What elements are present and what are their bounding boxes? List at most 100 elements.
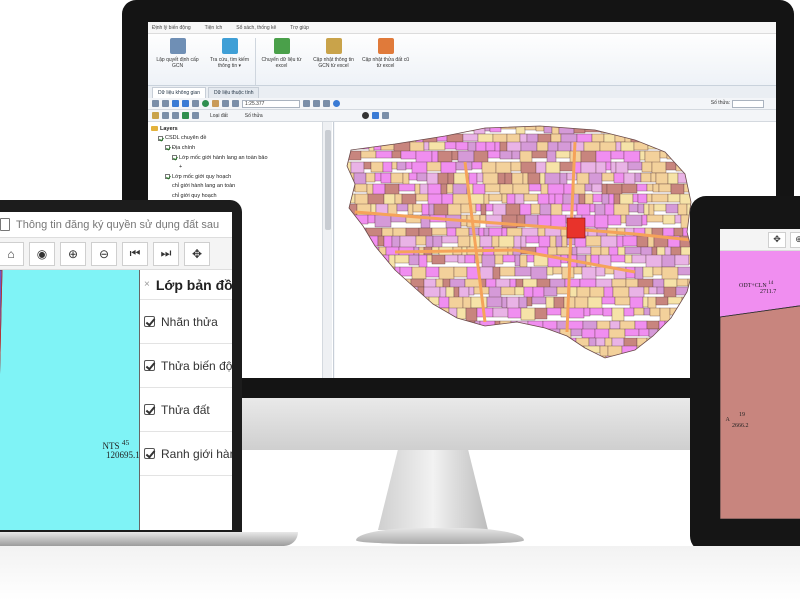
parcel-polygon[interactable] <box>641 161 653 173</box>
parcel-polygon[interactable] <box>335 308 341 321</box>
parcel-polygon[interactable] <box>347 266 364 282</box>
parcel-polygon[interactable] <box>484 122 491 132</box>
parcel-polygon[interactable] <box>580 161 597 175</box>
parcel-polygon[interactable] <box>631 254 647 264</box>
parcel-polygon[interactable] <box>499 150 513 160</box>
parcel-polygon[interactable] <box>373 307 389 316</box>
parcel-polygon[interactable] <box>351 307 366 322</box>
parcel-polygon[interactable] <box>476 172 484 183</box>
parcel-polygon[interactable] <box>634 266 644 281</box>
parcel-polygon[interactable] <box>365 172 376 183</box>
parcel-polygon[interactable] <box>512 337 526 351</box>
parcel-polygon[interactable] <box>543 345 551 355</box>
layer-checkbox[interactable] <box>172 155 177 161</box>
parcel-polygon[interactable] <box>619 193 634 206</box>
parcel-polygon[interactable] <box>501 328 514 341</box>
parcel-polygon[interactable] <box>489 122 502 133</box>
parcel-polygon[interactable] <box>600 235 618 249</box>
parcel-polygon[interactable] <box>383 355 393 365</box>
parcel-polygon[interactable] <box>511 368 518 378</box>
parcel-polygon[interactable] <box>495 328 503 337</box>
parcel-polygon[interactable] <box>350 161 365 174</box>
parcel-polygon[interactable] <box>581 328 596 339</box>
parcel-polygon[interactable] <box>379 122 394 135</box>
parcel-polygon[interactable] <box>641 122 655 131</box>
parcel-polygon[interactable] <box>455 227 470 238</box>
parcel-polygon[interactable] <box>673 345 691 359</box>
open-folder-icon[interactable] <box>152 100 159 107</box>
parcel-polygon[interactable] <box>424 337 431 350</box>
parcel-polygon[interactable] <box>354 183 368 193</box>
parcel-polygon[interactable] <box>610 161 617 174</box>
laptop-map-view[interactable]: NTS 45 120695.1 <box>0 270 140 530</box>
layer-panel-scrollbar[interactable] <box>322 122 332 378</box>
parcel-polygon[interactable] <box>335 337 351 350</box>
menu-item[interactable]: Định lý biến động <box>152 25 191 31</box>
parcel-polygon[interactable] <box>346 214 354 226</box>
parcel-polygon[interactable] <box>475 337 488 346</box>
parcel-polygon[interactable] <box>520 307 536 321</box>
parcel-polygon[interactable] <box>376 254 390 269</box>
parcel-polygon[interactable] <box>628 203 639 213</box>
parcel-polygon[interactable] <box>368 266 378 280</box>
parcel-polygon[interactable] <box>360 337 378 351</box>
first-page-icon[interactable]: ⏮ <box>122 241 148 266</box>
parcel-polygon[interactable] <box>667 172 679 185</box>
parcel-polygon[interactable] <box>499 183 514 195</box>
parcel-polygon[interactable] <box>408 254 420 266</box>
parcel-polygon[interactable] <box>589 203 596 213</box>
parcel-polygon[interactable] <box>608 328 626 340</box>
parcel-polygon[interactable] <box>476 345 486 358</box>
parcel-polygon[interactable] <box>559 172 568 186</box>
parcel-polygon[interactable] <box>453 266 468 278</box>
parcel-polygon[interactable] <box>576 246 592 255</box>
layer-tree-item[interactable]: CSDL chuyên đề <box>151 134 330 144</box>
parcel-polygon[interactable] <box>488 193 503 202</box>
parcel-polygon[interactable] <box>480 203 487 216</box>
parcel-polygon[interactable] <box>423 345 440 354</box>
parcel-polygon[interactable] <box>549 345 565 358</box>
parcel-polygon[interactable] <box>361 328 369 341</box>
parcel-polygon[interactable] <box>563 355 577 368</box>
parcel-polygon[interactable] <box>391 150 402 159</box>
parcel-polygon[interactable] <box>590 246 602 257</box>
parcel-polygon[interactable] <box>428 141 446 151</box>
parcel-polygon[interactable] <box>423 141 430 151</box>
tab-0[interactable]: Dữ liệu không gian <box>152 87 206 98</box>
parcel-polygon[interactable] <box>341 266 349 276</box>
parcel-polygon[interactable] <box>498 368 511 378</box>
parcel-polygon[interactable] <box>485 278 497 289</box>
parcel-polygon[interactable] <box>528 368 542 376</box>
parcel-polygon[interactable] <box>623 307 635 317</box>
parcel-polygon[interactable] <box>370 161 384 173</box>
parcel-polygon[interactable] <box>402 355 410 366</box>
parcel-polygon[interactable] <box>379 296 391 309</box>
parcel-polygon[interactable] <box>425 266 440 278</box>
parcel-polygon[interactable] <box>335 297 346 307</box>
parcel-polygon[interactable] <box>669 307 683 316</box>
parcel-polygon[interactable] <box>468 328 483 339</box>
parcel-polygon[interactable] <box>591 133 605 143</box>
laptop-map-canvas[interactable] <box>0 270 140 530</box>
parcel-polygon[interactable] <box>575 355 586 363</box>
parcel-polygon[interactable] <box>523 286 534 299</box>
parcel-polygon[interactable] <box>613 172 625 184</box>
layer-checkbox[interactable] <box>144 404 155 415</box>
parcel-polygon[interactable] <box>559 328 572 341</box>
parcel-polygon[interactable] <box>636 355 653 363</box>
parcel-polygon[interactable] <box>585 254 592 269</box>
layer-checkbox[interactable] <box>165 145 170 151</box>
parcel-polygon[interactable] <box>485 203 494 212</box>
parcel-polygon[interactable] <box>621 183 638 194</box>
parcel-polygon[interactable] <box>583 141 601 153</box>
parcel-polygon[interactable] <box>537 214 552 227</box>
parcel-polygon[interactable] <box>425 307 439 322</box>
parcel-polygon[interactable] <box>482 172 499 186</box>
selected-parcel[interactable] <box>566 217 586 239</box>
parcel-polygon[interactable] <box>447 320 464 330</box>
parcel-polygon[interactable] <box>624 246 642 255</box>
parcel-polygon[interactable] <box>634 320 648 331</box>
parcel-polygon[interactable] <box>569 286 578 298</box>
parcel-polygon[interactable] <box>659 368 672 375</box>
last-page-icon[interactable]: ⏭ <box>153 241 179 266</box>
